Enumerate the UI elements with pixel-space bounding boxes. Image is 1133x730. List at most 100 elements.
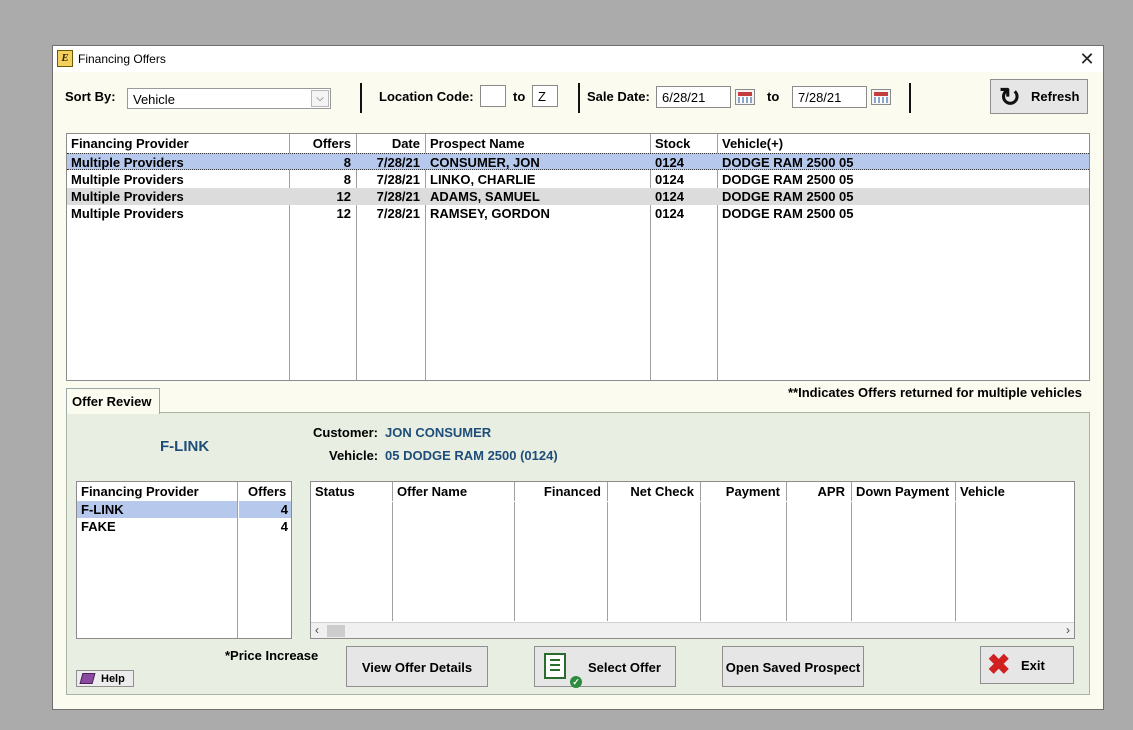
close-button[interactable]: ✕ xyxy=(1071,46,1103,72)
location-to-label: to xyxy=(513,89,526,104)
horizontal-scrollbar[interactable]: ‹ › xyxy=(311,622,1074,638)
cell-vehicle: DODGE RAM 2500 05 xyxy=(722,172,854,187)
financing-offers-window: E Financing Offers ✕ Sort By: Vehicle ⌵ … xyxy=(52,45,1104,710)
grid-column xyxy=(608,482,701,621)
title-bar: E Financing Offers ✕ xyxy=(53,46,1103,72)
column-header-provider[interactable]: Financing Provider xyxy=(71,134,189,151)
sort-by-select[interactable]: Vehicle ⌵ xyxy=(127,88,331,109)
column-header-apr[interactable]: APR xyxy=(787,482,845,499)
sort-by-value: Vehicle xyxy=(133,92,175,107)
view-offer-details-button[interactable]: View Offer Details xyxy=(346,646,488,687)
customer-value: JON CONSUMER xyxy=(385,425,492,440)
divider xyxy=(909,83,911,113)
grid-column xyxy=(852,482,956,621)
column-header-vehicle[interactable]: Vehicle xyxy=(960,482,1005,499)
grid-column xyxy=(393,482,515,621)
tab-offer-review[interactable]: Offer Review xyxy=(66,388,160,414)
sale-date-to-input[interactable]: 7/28/21 xyxy=(792,86,867,108)
column-header-status[interactable]: Status xyxy=(315,482,355,499)
customer-label: Customer: xyxy=(313,425,379,440)
cell-stock: 0124 xyxy=(655,155,684,170)
location-code-from-input[interactable] xyxy=(480,85,506,107)
chevron-down-icon[interactable]: ⌵ xyxy=(311,90,329,107)
column-header-vehicle[interactable]: Vehicle(+) xyxy=(722,134,783,151)
column-header-down-payment[interactable]: Down Payment xyxy=(856,482,949,499)
table-row[interactable]: Multiple Providers 12 7/28/21 RAMSEY, GO… xyxy=(67,205,1089,222)
list-item[interactable]: FAKE 4 xyxy=(77,518,291,535)
cell-offers: 8 xyxy=(343,155,351,170)
check-icon: ✓ xyxy=(570,676,582,688)
column-header-provider[interactable]: Financing Provider xyxy=(81,482,199,499)
cell-provider: Multiple Providers xyxy=(71,155,184,170)
table-row[interactable]: Multiple Providers 8 7/28/21 LINKO, CHAR… xyxy=(67,171,1089,188)
price-increase-note: *Price Increase xyxy=(225,648,319,663)
open-saved-prospect-label: Open Saved Prospect xyxy=(725,660,861,675)
cell-provider: Multiple Providers xyxy=(71,189,184,204)
column-header-payment[interactable]: Payment xyxy=(701,482,780,499)
refresh-icon: ↻ xyxy=(999,82,1021,112)
selected-provider-name: F-LINK xyxy=(160,438,210,455)
grid-column xyxy=(787,482,852,621)
cell-vehicle: DODGE RAM 2500 05 xyxy=(722,206,854,221)
header-divider xyxy=(311,501,1074,502)
open-saved-prospect-button[interactable]: Open Saved Prospect xyxy=(722,646,864,687)
cell-prospect: CONSUMER, JON xyxy=(430,155,540,170)
offers-grid[interactable]: Financing Provider Offers Date Prospect … xyxy=(66,133,1090,381)
location-code-to-input[interactable]: Z xyxy=(532,85,558,107)
scrollbar-thumb[interactable] xyxy=(327,625,345,637)
help-label: Help xyxy=(101,673,125,685)
column-header-date[interactable]: Date xyxy=(357,134,420,151)
column-header-financed[interactable]: Financed xyxy=(515,482,601,499)
column-header-stock[interactable]: Stock xyxy=(655,134,690,151)
column-header-net-check[interactable]: Net Check xyxy=(608,482,694,499)
grid-column xyxy=(311,482,393,621)
providers-grid[interactable]: Financing Provider Offers F-LINK 4 FAKE … xyxy=(76,481,292,639)
list-item[interactable]: F-LINK 4 xyxy=(77,501,291,518)
vehicle-value: 05 DODGE RAM 2500 (0124) xyxy=(385,448,558,463)
table-row[interactable]: Multiple Providers 12 7/28/21 ADAMS, SAM… xyxy=(67,188,1089,205)
cell-date: 7/28/21 xyxy=(376,172,420,187)
app-icon: E xyxy=(57,50,73,67)
select-offer-button[interactable]: ✓ Select Offer xyxy=(534,646,676,688)
chevron-right-icon[interactable]: › xyxy=(1066,623,1070,637)
exit-button[interactable]: ✖ Exit xyxy=(980,646,1074,684)
column-header-offer-name[interactable]: Offer Name xyxy=(397,482,467,499)
cell-provider: F-LINK xyxy=(81,502,124,517)
chevron-left-icon[interactable]: ‹ xyxy=(315,623,319,637)
book-icon xyxy=(79,673,96,684)
sale-date-label: Sale Date: xyxy=(587,89,650,104)
cell-stock: 0124 xyxy=(655,189,684,204)
view-offer-details-label: View Offer Details xyxy=(361,660,473,675)
column-header-offers[interactable]: Offers xyxy=(248,482,286,499)
multiple-vehicles-note: **Indicates Offers returned for multiple… xyxy=(787,385,1082,400)
column-header-offers[interactable]: Offers xyxy=(290,134,351,151)
exit-label: Exit xyxy=(1021,658,1045,673)
divider xyxy=(578,83,580,113)
select-offer-label: Select Offer xyxy=(588,660,661,675)
cell-provider: FAKE xyxy=(81,519,116,534)
divider xyxy=(360,83,362,113)
cell-prospect: ADAMS, SAMUEL xyxy=(430,189,540,204)
cell-vehicle: DODGE RAM 2500 05 xyxy=(722,155,854,170)
cell-date: 7/28/21 xyxy=(376,155,420,170)
grid-column xyxy=(701,482,787,621)
refresh-label: Refresh xyxy=(1031,89,1080,104)
help-button[interactable]: Help xyxy=(76,670,134,687)
cell-vehicle: DODGE RAM 2500 05 xyxy=(722,189,854,204)
cell-prospect: RAMSEY, GORDON xyxy=(430,206,550,221)
calendar-icon[interactable] xyxy=(735,89,755,105)
column-header-prospect[interactable]: Prospect Name xyxy=(430,134,525,151)
calendar-icon[interactable] xyxy=(871,89,891,105)
table-row[interactable]: Multiple Providers 8 7/28/21 CONSUMER, J… xyxy=(67,153,1089,170)
cell-date: 7/28/21 xyxy=(376,206,420,221)
offer-details-grid[interactable]: Status Offer Name Financed Net Check Pay… xyxy=(310,481,1075,639)
refresh-button[interactable]: ↻ Refresh xyxy=(990,79,1088,114)
sale-date-to-label: to xyxy=(767,89,780,104)
clipboard-check-icon: ✓ xyxy=(544,653,582,688)
cell-prospect: LINKO, CHARLIE xyxy=(430,172,536,187)
cell-offers: 4 xyxy=(280,519,288,534)
cell-offers: 4 xyxy=(280,502,288,517)
sort-by-label: Sort By: xyxy=(65,89,116,104)
sale-date-from-input[interactable]: 6/28/21 xyxy=(656,86,731,108)
cell-date: 7/28/21 xyxy=(376,189,420,204)
